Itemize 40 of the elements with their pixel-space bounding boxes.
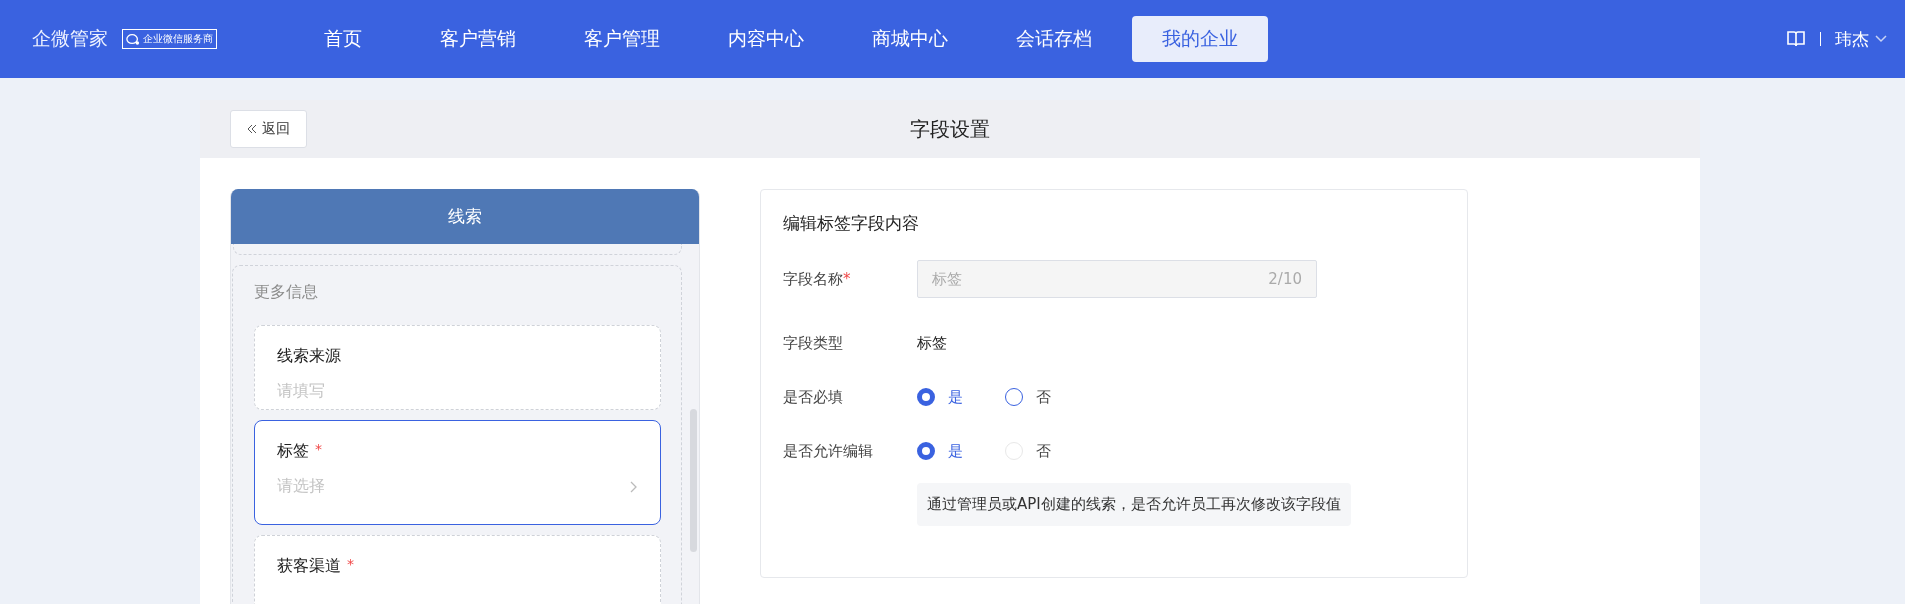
radio-option[interactable]: 否 <box>1005 387 1051 407</box>
radio-option[interactable]: 是 <box>917 387 963 407</box>
double-chevron-icon <box>247 124 257 134</box>
chat-bubble-icon <box>126 32 140 46</box>
field-label: 是否允许编辑 <box>783 441 874 461</box>
form-field-card[interactable]: 标签 * 请选择 <box>254 420 661 525</box>
field-label: 获客渠道 <box>277 556 341 577</box>
nav-tab[interactable]: 会话存档 <box>988 16 1120 62</box>
field-label: 是否必填 <box>783 387 844 407</box>
field-label: 字段名称* <box>783 269 852 289</box>
required-mark: * <box>315 441 322 457</box>
preview-header: 线索 <box>231 189 699 244</box>
hint-text: 通过管理员或API创建的线索，是否允许员工再次修改该字段值 <box>917 483 1351 526</box>
field-value: 标签 <box>917 333 947 353</box>
radio-option[interactable]: 是 <box>917 441 963 461</box>
page-title: 字段设置 <box>910 115 990 143</box>
group-title: 更多信息 <box>254 282 319 303</box>
field-label: 字段类型 <box>783 333 844 353</box>
field-label: 线索来源 <box>277 346 341 367</box>
scrollbar[interactable] <box>690 409 697 552</box>
nav-tab[interactable]: 客户管理 <box>556 16 688 62</box>
back-button[interactable]: 返回 <box>230 110 307 148</box>
form-field-card[interactable]: 线索来源 请填写 <box>254 325 661 410</box>
chevron-right-icon <box>630 480 638 493</box>
required-mark: * <box>347 556 354 572</box>
card-title: 编辑标签字段内容 <box>783 212 920 235</box>
nav-tab[interactable]: 客户营销 <box>412 16 544 62</box>
user-menu[interactable]: 玮杰 <box>1835 27 1869 51</box>
field-label: 标签 <box>277 441 309 462</box>
book-icon[interactable] <box>1786 30 1806 48</box>
nav-tab[interactable]: 我的企业 <box>1132 16 1268 62</box>
logo-text: 企微管家 <box>32 26 108 51</box>
partner-badge: 企业微信服务商 <box>122 29 217 49</box>
caret-icon[interactable] <box>1875 35 1887 43</box>
nav-tab[interactable]: 商城中心 <box>844 16 976 62</box>
field-placeholder: 请选择 <box>277 476 325 497</box>
nav-tab[interactable]: 内容中心 <box>700 16 832 62</box>
field-placeholder: 请填写 <box>277 381 325 402</box>
form-field-card[interactable]: 获客渠道 * <box>254 535 661 604</box>
nav-tab[interactable]: 首页 <box>302 16 384 62</box>
